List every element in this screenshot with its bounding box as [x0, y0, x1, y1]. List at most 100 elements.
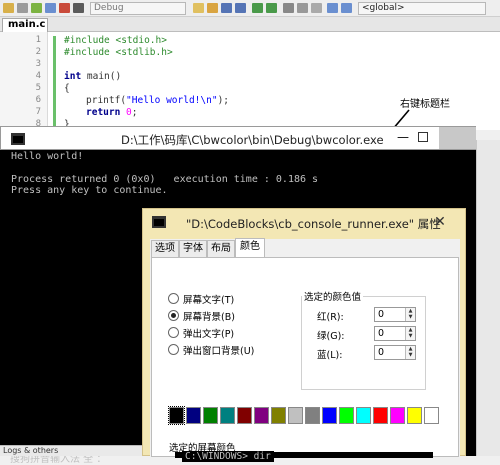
color-swatch[interactable]	[288, 407, 303, 424]
undo-icon[interactable]	[252, 3, 263, 13]
cut-icon[interactable]	[283, 3, 294, 13]
color-palette	[168, 406, 441, 425]
code-string: "Hello world!\n"	[126, 95, 218, 106]
save-all-icon[interactable]	[235, 3, 246, 13]
redo-icon[interactable]	[266, 3, 277, 13]
maximize-button[interactable]	[418, 132, 428, 142]
red-value: 0	[378, 309, 385, 320]
code-text: main()	[81, 71, 122, 82]
red-label: 红(R):	[317, 312, 344, 323]
code-keyword: int	[64, 71, 82, 82]
color-swatch[interactable]	[339, 407, 354, 424]
rebuild-icon[interactable]	[59, 3, 70, 13]
open-file-icon[interactable]	[207, 3, 218, 13]
code-line-2: #include <stdlib.h>	[64, 47, 173, 58]
code-keyword: return	[86, 107, 121, 118]
build-run-icon[interactable]	[45, 3, 56, 13]
dialog-close-button[interactable]: ✕	[432, 215, 448, 229]
abort-icon[interactable]	[73, 3, 84, 13]
tab-colors[interactable]: 颜色	[235, 238, 265, 258]
line-number: 3	[35, 59, 41, 69]
line-number: 5	[35, 83, 41, 93]
preview-text: C:\WINDOWS> dir	[182, 451, 274, 462]
radio-circle[interactable]	[168, 310, 179, 321]
radio-label: 屏幕文字(T)	[183, 295, 235, 306]
green-spinner[interactable]: ▲ ▼	[405, 327, 415, 340]
line-number-gutter: 1 2 3 4 5 6 7 8	[0, 32, 48, 130]
line-number: 4	[35, 71, 41, 81]
green-input[interactable]: 0 ▲ ▼	[374, 326, 416, 341]
code-line-4: int main()	[64, 71, 121, 82]
code-line-1: #include <stdio.h>	[64, 35, 167, 46]
scope-select[interactable]: <global>	[358, 2, 486, 15]
radio-label: 屏幕背景(B)	[183, 312, 235, 323]
tab-options[interactable]: 选项	[151, 240, 179, 257]
color-swatch[interactable]	[271, 407, 286, 424]
color-swatch[interactable]	[356, 407, 371, 424]
color-swatch[interactable]	[186, 407, 201, 424]
blue-label: 蓝(L):	[317, 350, 343, 361]
run-icon[interactable]	[31, 3, 42, 13]
code-line-6: printf("Hello world!\n");	[86, 95, 229, 106]
color-swatch[interactable]	[203, 407, 218, 424]
find-icon[interactable]	[327, 3, 338, 13]
code-editor[interactable]: 1 2 3 4 5 6 7 8 #include <stdio.h> #incl…	[0, 32, 500, 130]
line-number: 7	[35, 107, 41, 117]
code-text: ;	[131, 107, 138, 118]
close-button[interactable]	[439, 127, 476, 149]
color-values-group-title: 选定的颜色值	[302, 289, 364, 303]
blue-value: 0	[378, 347, 385, 358]
line-number: 6	[35, 95, 41, 105]
red-input[interactable]: 0 ▲ ▼	[374, 307, 416, 322]
code-number: 0	[120, 107, 132, 118]
copy-icon[interactable]	[297, 3, 308, 13]
line-number: 1	[35, 35, 41, 45]
radio-circle[interactable]	[168, 327, 179, 338]
code-line-7: return 0;	[86, 107, 138, 118]
editor-tab-bar: main.c	[0, 17, 500, 32]
color-swatch[interactable]	[254, 407, 269, 424]
color-swatch[interactable]	[305, 407, 320, 424]
color-swatch[interactable]	[407, 407, 422, 424]
build-icon[interactable]	[17, 3, 28, 13]
save-icon[interactable]	[221, 3, 232, 13]
console-app-icon	[11, 133, 25, 145]
properties-dialog: "D:\CodeBlocks\cb_console_runner.exe" 属性…	[142, 208, 466, 462]
color-swatch[interactable]	[168, 406, 185, 425]
color-swatch[interactable]	[322, 407, 337, 424]
paste-icon[interactable]	[311, 3, 322, 13]
radio-circle[interactable]	[168, 344, 179, 355]
console-line: Process returned 0 (0x0) execution time …	[11, 174, 319, 185]
ide-toolbar: Debug <global>	[0, 0, 500, 17]
color-swatch[interactable]	[220, 407, 235, 424]
build-target-select[interactable]: Debug	[90, 2, 186, 15]
minimize-button[interactable]: —	[397, 130, 409, 144]
gear-icon[interactable]	[3, 3, 14, 13]
dialog-title: "D:\CodeBlocks\cb_console_runner.exe" 属性	[186, 217, 441, 231]
code-line-5: {	[64, 83, 70, 94]
line-number: 2	[35, 47, 41, 57]
radio-label: 弹出文字(P)	[183, 329, 235, 340]
radio-circle[interactable]	[168, 293, 179, 304]
color-swatch[interactable]	[424, 407, 439, 424]
tab-font[interactable]: 字体	[179, 240, 207, 257]
console-line: Hello world!	[11, 151, 84, 162]
replace-icon[interactable]	[341, 3, 352, 13]
change-marker	[53, 36, 56, 126]
blue-input[interactable]: 0 ▲ ▼	[374, 345, 416, 360]
tab-layout[interactable]: 布局	[207, 240, 235, 257]
tab-main-c[interactable]: main.c	[2, 18, 48, 32]
right-scrollbar[interactable]	[476, 140, 500, 456]
console-title: D:\工作\码库\C\bwcolor\bin\Debug\bwcolor.exe	[121, 133, 384, 147]
red-spinner[interactable]: ▲ ▼	[405, 308, 415, 321]
radio-label: 弹出窗口背景(U)	[183, 346, 255, 357]
color-swatch[interactable]	[390, 407, 405, 424]
green-label: 绿(G):	[317, 331, 345, 342]
console-title-bar[interactable]: D:\工作\码库\C\bwcolor\bin\Debug\bwcolor.exe…	[0, 126, 476, 150]
color-swatch[interactable]	[237, 407, 252, 424]
new-file-icon[interactable]	[193, 3, 204, 13]
color-swatch[interactable]	[373, 407, 388, 424]
code-function: printf(	[86, 95, 127, 106]
logs-tab[interactable]: Logs & others	[0, 445, 145, 456]
blue-spinner[interactable]: ▲ ▼	[405, 346, 415, 359]
